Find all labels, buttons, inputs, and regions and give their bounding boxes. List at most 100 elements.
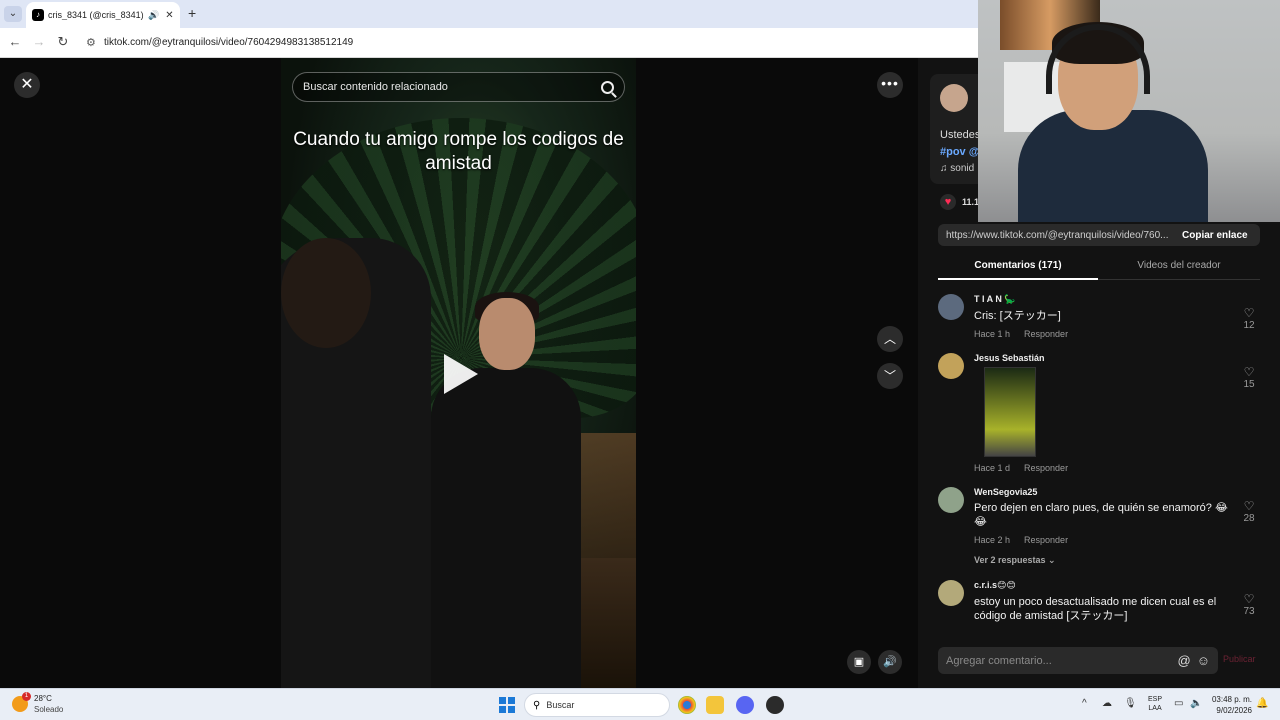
reply-button[interactable]: Responder — [1024, 463, 1068, 473]
weather-description[interactable]: Soleado — [34, 705, 63, 714]
music-link[interactable]: ♫ sonid — [940, 163, 974, 174]
comment-item: Jesus Sebastián Hace 1 d Responder ♡ 15 — [938, 353, 1260, 473]
video-person-main — [431, 368, 581, 688]
comment-item: T I A N 🦕 Cris: [ステッカー] Hace 1 h Respond… — [938, 294, 1260, 339]
share-link-text[interactable]: https://www.tiktok.com/@eytranquilosi/vi… — [938, 230, 1174, 241]
comment-meta: Hace 1 d Responder — [974, 463, 1260, 473]
tab-comments[interactable]: Comentarios (171) — [938, 260, 1098, 271]
close-tab-icon[interactable]: ✕ — [165, 10, 173, 21]
discord-icon[interactable] — [736, 696, 754, 714]
view-replies-button[interactable]: Ver 2 respuestas ⌄ — [974, 555, 1260, 566]
play-icon[interactable] — [444, 354, 478, 394]
speaker-icon[interactable]: 🔊 — [148, 10, 159, 21]
comment-avatar[interactable] — [938, 353, 964, 379]
taskbar-search-label: Buscar — [546, 700, 575, 710]
microphone-icon[interactable]: 🎙 — [1124, 698, 1137, 709]
comment-username[interactable]: Jesus Sebastián — [974, 353, 1260, 363]
windows-start-icon[interactable] — [499, 697, 515, 713]
comment-text: Cris: [ステッカー] — [974, 310, 1061, 322]
clock[interactable]: 03:48 p. m. 9/02/2026 — [1206, 694, 1252, 716]
heart-outline-icon[interactable]: ♡ — [1238, 306, 1260, 320]
search-icon: ⚲ — [533, 699, 541, 711]
language-bottom: LAA — [1148, 705, 1162, 712]
tiktok-icon: ♪ — [32, 9, 44, 21]
chevron-up-icon[interactable]: ^ — [1082, 698, 1087, 709]
video-hashtags[interactable]: #pov @ — [940, 146, 979, 158]
heart-outline-icon[interactable]: ♡ — [1238, 365, 1260, 379]
comment-time: Hace 1 h — [974, 329, 1011, 339]
weather-temperature[interactable]: 28°C — [34, 694, 52, 703]
chevron-down-icon[interactable]: ﹀ — [877, 363, 903, 389]
reply-button[interactable]: Responder — [1024, 535, 1068, 545]
chrome-icon[interactable] — [678, 696, 696, 714]
emoji-icon[interactable]: ☺ — [1197, 653, 1210, 668]
language-top: ESP — [1148, 696, 1163, 703]
clock-date: 9/02/2026 — [1216, 706, 1252, 715]
mention-icon[interactable]: @ — [1178, 653, 1191, 668]
screen: ⌄ ♪ cris_8341 (@cris_8341) | Tik 🔊 ✕ + ←… — [0, 0, 1280, 720]
floating-player-icon[interactable]: ▣ — [847, 650, 871, 674]
onedrive-icon[interactable]: ☁ — [1102, 698, 1112, 709]
network-icon[interactable]: ▭ — [1174, 698, 1183, 709]
creator-avatar[interactable] — [940, 84, 968, 112]
close-icon[interactable]: ✕ — [14, 72, 40, 98]
notification-badge: 1 — [22, 692, 31, 701]
obs-icon[interactable] — [766, 696, 784, 714]
comment-avatar[interactable] — [938, 487, 964, 513]
comment-sticker-image[interactable] — [984, 367, 1036, 457]
publish-button[interactable]: Publicar — [1223, 654, 1256, 664]
comment-list: T I A N 🦕 Cris: [ステッカー] Hace 1 h Respond… — [938, 294, 1260, 630]
comment-like: ♡ 28 — [1238, 499, 1260, 524]
heart-icon[interactable]: ♥ — [940, 194, 956, 210]
copy-link-button[interactable]: Copiar enlace — [1174, 230, 1248, 241]
comment-username[interactable]: c.r.i.s😊😊 — [974, 580, 1260, 591]
comment-text: estoy un poco desactualisado me dicen cu… — [974, 596, 1217, 622]
forward-icon[interactable]: → — [30, 34, 48, 49]
file-explorer-icon[interactable] — [706, 696, 724, 714]
comment-text: Pero dejen en claro pues, de quién se en… — [974, 502, 1228, 528]
taskbar-search[interactable]: ⚲ Buscar — [524, 693, 670, 717]
reply-button[interactable]: Responder — [1024, 329, 1068, 339]
comment-username[interactable]: T I A N 🦕 — [974, 294, 1260, 305]
comment-avatar[interactable] — [938, 580, 964, 606]
related-search-input[interactable]: Buscar contenido relacionado — [292, 72, 625, 102]
video-caption: Cuando tu amigo rompe los codigos de ami… — [293, 129, 624, 174]
share-link-box: https://www.tiktok.com/@eytranquilosi/vi… — [938, 224, 1260, 246]
more-options-icon[interactable]: ••• — [877, 72, 903, 98]
volume-icon[interactable]: 🔊 — [878, 650, 902, 674]
comment-meta: Hace 2 h Responder — [974, 535, 1260, 545]
comment-like: ♡ 15 — [1238, 365, 1260, 390]
comment-like-count: 28 — [1243, 513, 1255, 524]
browser-tab-active[interactable]: ♪ cris_8341 (@cris_8341) | Tik 🔊 ✕ — [26, 2, 180, 28]
comment-time: Hace 2 h — [974, 535, 1011, 545]
search-icon[interactable] — [601, 80, 614, 94]
address-bar[interactable]: tiktok.com/@eytranquilosi/video/76042949… — [104, 37, 353, 48]
comment-like-count: 15 — [1243, 379, 1255, 390]
add-comment-input[interactable]: Agregar comentario... @ ☺ — [938, 647, 1218, 674]
chevron-up-icon[interactable]: ︿ — [877, 326, 903, 352]
notification-icon[interactable]: 🔔 — [1256, 698, 1268, 709]
panel-tabs: Comentarios (171) Videos del creador — [938, 256, 1260, 280]
related-search-placeholder: Buscar contenido relacionado — [303, 81, 448, 93]
clock-time: 03:48 p. m. — [1211, 695, 1252, 704]
heart-outline-icon[interactable]: ♡ — [1238, 499, 1260, 513]
comment-username[interactable]: WenSegovia25 — [974, 487, 1260, 497]
tab-list-icon[interactable]: ⌄ — [4, 6, 22, 22]
tab-title: cris_8341 (@cris_8341) | Tik — [48, 10, 144, 20]
comment-item: WenSegovia25 Pero dejen en claro pues, d… — [938, 487, 1260, 566]
like-count: 11.1 — [962, 197, 980, 207]
video-player[interactable]: Buscar contenido relacionado Cuando tu a… — [281, 58, 636, 688]
site-info-icon[interactable]: ⚙ — [86, 36, 96, 49]
webcam-overlay — [978, 0, 1280, 222]
back-icon[interactable]: ← — [6, 34, 24, 49]
new-tab-icon[interactable]: + — [188, 5, 196, 21]
like-row: ♥ 11.1 — [940, 194, 979, 210]
volume-icon[interactable]: 🔈 — [1190, 698, 1202, 709]
comment-avatar[interactable] — [938, 294, 964, 320]
reload-icon[interactable]: ↻ — [54, 34, 72, 50]
heart-outline-icon[interactable]: ♡ — [1238, 592, 1260, 606]
video-person-head — [479, 298, 535, 370]
language-indicator[interactable]: ESP LAA — [1148, 695, 1162, 713]
add-comment-placeholder: Agregar comentario... — [946, 654, 1052, 667]
tab-creator-videos[interactable]: Videos del creador — [1098, 260, 1260, 271]
